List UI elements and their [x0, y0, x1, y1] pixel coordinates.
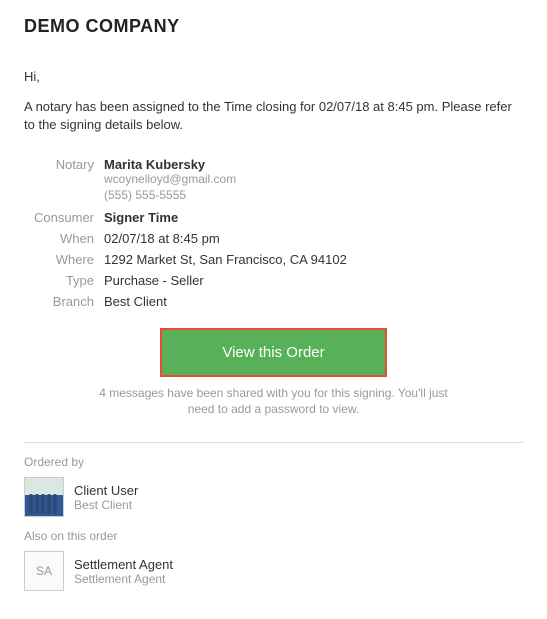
when-value: 02/07/18 at 8:45 pm: [104, 228, 347, 249]
branch-label: Branch: [24, 291, 104, 312]
also-label: Also on this order: [24, 529, 523, 543]
cta-wrap: View this Order: [24, 328, 523, 377]
divider: [24, 442, 523, 443]
greeting: Hi,: [24, 69, 523, 84]
also-name: Settlement Agent: [74, 557, 173, 572]
share-note: 4 messages have been shared with you for…: [94, 385, 454, 419]
branch-value: Best Client: [104, 291, 347, 312]
notary-phone: (555) 555-5555: [104, 188, 347, 204]
ordered-by-person: Client User Best Client: [24, 477, 523, 517]
also-person: SA Settlement Agent Settlement Agent: [24, 551, 523, 591]
company-title: DEMO COMPANY: [24, 16, 523, 37]
ordered-by-label: Ordered by: [24, 455, 523, 469]
ordered-by-name: Client User: [74, 483, 138, 498]
avatar: [24, 477, 64, 517]
intro-text: A notary has been assigned to the Time c…: [24, 98, 523, 134]
notary-name: Marita Kubersky: [104, 157, 347, 172]
notary-label: Notary: [24, 154, 104, 206]
when-label: When: [24, 228, 104, 249]
type-value: Purchase - Seller: [104, 270, 347, 291]
where-value: 1292 Market St, San Francisco, CA 94102: [104, 249, 347, 270]
consumer-label: Consumer: [24, 207, 104, 228]
where-label: Where: [24, 249, 104, 270]
consumer-name: Signer Time: [104, 207, 347, 228]
type-label: Type: [24, 270, 104, 291]
notary-email: wcoynelloyd@gmail.com: [104, 172, 347, 188]
ordered-by-sub: Best Client: [74, 498, 138, 512]
view-order-button[interactable]: View this Order: [160, 328, 386, 377]
details-table: Notary Marita Kubersky wcoynelloyd@gmail…: [24, 154, 347, 311]
avatar-initials: SA: [24, 551, 64, 591]
